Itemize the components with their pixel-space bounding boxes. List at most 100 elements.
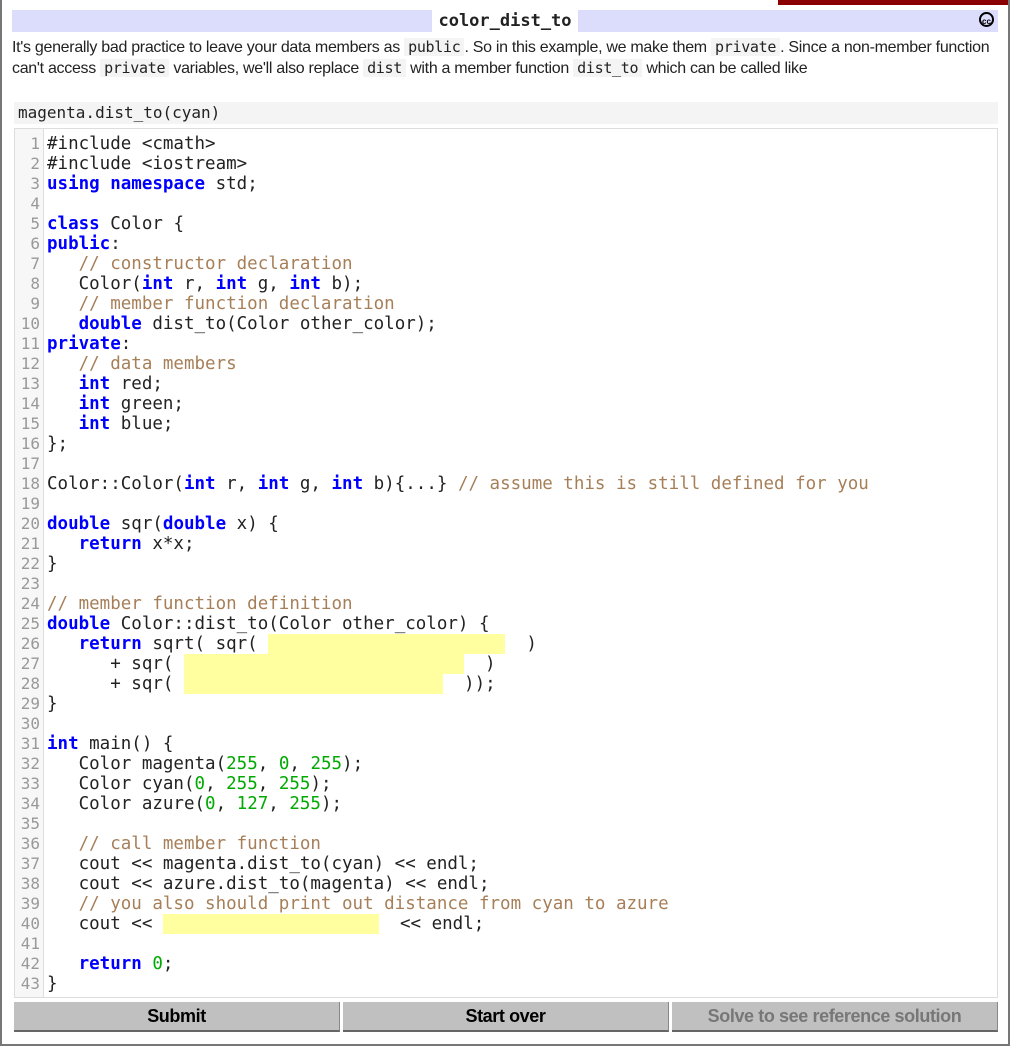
- code-token: << endl;: [378, 914, 485, 934]
- code-token: Color(: [47, 274, 142, 294]
- keyword: double: [47, 614, 111, 634]
- keyword: int: [289, 274, 321, 294]
- code-token: #include <iostream>: [47, 154, 248, 174]
- line-number: 24: [20, 594, 40, 613]
- comment: // you also should print out distance fr…: [78, 894, 669, 914]
- code-token: x) {: [226, 514, 279, 534]
- code-text: return sqrt( sqr( ): [47, 634, 537, 654]
- code-line: 23: [15, 574, 997, 594]
- code-text: // data members: [47, 354, 237, 374]
- number-literal: 255: [226, 774, 258, 794]
- start-over-button[interactable]: Start over: [343, 1002, 669, 1032]
- code-text: // you also should print out distance fr…: [47, 894, 669, 914]
- code-line: 39 // you also should print out distance…: [15, 894, 997, 914]
- code-token: }: [47, 974, 58, 994]
- keyword: return: [78, 634, 142, 654]
- code-text: #include <iostream>: [47, 154, 247, 174]
- number-literal: 127: [236, 794, 269, 814]
- line-number: 6: [30, 234, 40, 253]
- exercise-title: color_dist_to: [432, 10, 578, 32]
- code-line: 19: [15, 494, 997, 514]
- code-token: b){...}: [363, 474, 458, 494]
- code-line: 26 return sqrt( sqr( ): [15, 634, 997, 654]
- inline-code: private: [100, 59, 170, 77]
- line-number: 1: [30, 134, 40, 153]
- code-token: cout <<: [47, 914, 163, 934]
- code-token: + sqr(: [47, 654, 184, 674]
- code-token: r,: [173, 274, 216, 294]
- code-token: :: [120, 334, 132, 354]
- code-token: g,: [247, 274, 290, 294]
- code-blank-input[interactable]: [162, 914, 379, 934]
- code-token: ,: [268, 794, 290, 814]
- creative-commons-icon[interactable]: cc: [979, 12, 994, 27]
- code-token: Color::Color(: [47, 474, 184, 494]
- line-number: 22: [20, 554, 40, 573]
- description-text: with a member function: [406, 60, 574, 77]
- code-blank-input[interactable]: [183, 654, 464, 674]
- keyword: int: [47, 734, 79, 754]
- code-line: 25 double Color::dist_to(Color other_colo…: [15, 614, 997, 634]
- code-token: ));: [442, 674, 496, 694]
- code-line: 35: [15, 814, 997, 834]
- code-line: 30: [15, 714, 997, 734]
- code-text: double dist_to(Color other_color);: [47, 314, 437, 334]
- code-token: };: [47, 434, 69, 454]
- code-line: 24 // member function definition: [15, 594, 997, 614]
- description-text: variables, we'll also replace: [169, 60, 364, 77]
- keyword: int: [78, 394, 111, 414]
- code-line: 14 int green;: [15, 394, 997, 414]
- keyword: int: [331, 474, 364, 494]
- code-token: dist_to(Color other_color);: [141, 314, 437, 334]
- line-number: 14: [20, 394, 40, 413]
- code-text: class Color {: [47, 214, 184, 234]
- line-number: 38: [20, 874, 40, 893]
- keyword: int: [215, 274, 248, 294]
- line-number: 20: [20, 514, 40, 533]
- code-line: 37 cout << magenta.dist_to(cyan) << endl…: [15, 854, 997, 874]
- code-text: return x*x;: [47, 534, 195, 554]
- solve-button[interactable]: Solve to see reference solution: [672, 1002, 998, 1032]
- line-number: 19: [20, 494, 40, 513]
- code-line: 13 int red;: [15, 374, 997, 394]
- keyword: class: [47, 214, 100, 234]
- code-blank-input[interactable]: [268, 634, 506, 654]
- code-line: 34 Color azure(0, 127, 255);: [15, 794, 997, 814]
- code-line: 2 #include <iostream>: [15, 154, 997, 174]
- line-number: 33: [20, 774, 40, 793]
- code-editor[interactable]: 1 #include <cmath> 2 #include <iostream> 3 us…: [14, 128, 998, 998]
- code-line: 1 #include <cmath>: [15, 134, 997, 154]
- code-text: Color::Color(int r, int g, int b){...} /…: [47, 474, 869, 494]
- code-line: 7 // constructor declaration: [15, 254, 997, 274]
- code-text: double Color::dist_to(Color other_color)…: [47, 614, 490, 634]
- example-call: magenta.dist_to(cyan): [14, 102, 998, 124]
- code-token: green;: [110, 394, 184, 414]
- line-number: 12: [20, 354, 40, 373]
- code-line: 33 Color cyan(0, 255, 255);: [15, 774, 997, 794]
- submit-button[interactable]: Submit: [14, 1002, 340, 1032]
- code-text: using namespace std;: [47, 174, 258, 194]
- line-number: 16: [20, 434, 40, 453]
- button-bar: Submit Start over Solve to see reference…: [14, 1002, 998, 1032]
- line-number: 39: [20, 894, 40, 913]
- code-line: 8 Color(int r, int g, int b);: [15, 274, 997, 294]
- number-literal: 255: [226, 754, 258, 774]
- line-number: 8: [30, 274, 40, 293]
- code-text: // member function declaration: [47, 294, 395, 314]
- keyword: using: [47, 174, 100, 194]
- code-text: // member function definition: [47, 594, 353, 614]
- code-line: 20 double sqr(double x) {: [15, 514, 997, 534]
- keyword: namespace: [110, 174, 206, 194]
- code-token: Color cyan(: [47, 774, 195, 794]
- line-number: 27: [20, 654, 40, 673]
- code-blank-input[interactable]: [183, 674, 443, 694]
- code-line: 21 return x*x;: [15, 534, 997, 554]
- code-token: :: [110, 234, 121, 254]
- code-token: sqrt( sqr(: [141, 634, 269, 654]
- line-number: 26: [20, 634, 40, 653]
